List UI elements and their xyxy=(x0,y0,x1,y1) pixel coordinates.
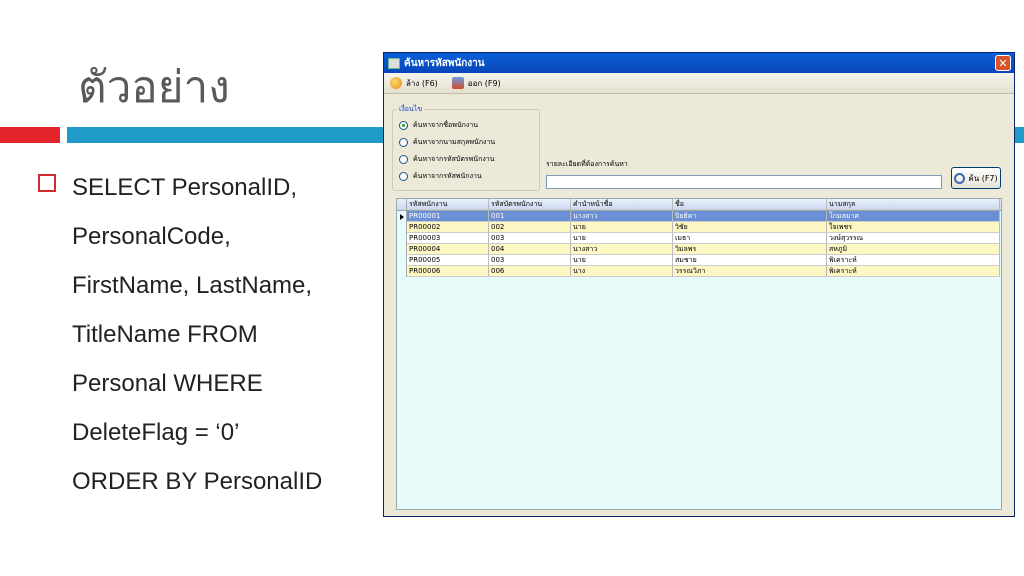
table-cell[interactable]: 003 xyxy=(489,233,571,244)
radio-label: ค้นหาจากรหัสพนักงาน xyxy=(413,172,482,180)
search-label: รายละเอียดที่ต้องการค้นหา xyxy=(546,160,628,168)
current-row-indicator-icon xyxy=(397,211,407,222)
column-header[interactable]: นามสกุล xyxy=(827,199,1000,210)
column-header[interactable]: ชื่อ xyxy=(673,199,827,210)
table-cell[interactable]: นาย xyxy=(571,233,673,244)
sql-line: PersonalCode, xyxy=(72,223,231,250)
table-cell[interactable]: วงษ์สุวรรณ xyxy=(827,233,1000,244)
close-button[interactable]: ✕ xyxy=(995,55,1011,71)
sql-line: DeleteFlag = ‘0’ xyxy=(72,419,240,446)
clear-icon xyxy=(390,77,402,89)
table-cell[interactable]: ใจเพชร xyxy=(827,222,1000,233)
table-cell[interactable]: PR00002 xyxy=(407,222,489,233)
table-cell[interactable]: ปิยธิดา xyxy=(673,211,827,222)
radio-label: ค้นหาจากรหัสบัตรพนักงาน xyxy=(413,155,495,163)
sql-line: FirstName, LastName, xyxy=(72,272,313,299)
condition-group: เงื่อนไข ค้นหาจากชื่อพนักงาน ค้นหาจากนาม… xyxy=(392,104,540,191)
radio-label: ค้นหาจากนามสกุลพนักงาน xyxy=(413,138,496,146)
table-cell[interactable]: นาย xyxy=(571,222,673,233)
row-header[interactable] xyxy=(397,233,407,244)
radio-search-by-name[interactable]: ค้นหาจากชื่อพนักงาน xyxy=(399,120,478,131)
table-row[interactable]: PR00005 003 นาย สมชาย พิเคราะห์ xyxy=(397,255,1001,266)
magnifier-icon xyxy=(954,172,966,184)
table-cell[interactable]: พิเคราะห์ xyxy=(827,255,1000,266)
table-cell[interactable]: สมชาย xyxy=(673,255,827,266)
radio-dot[interactable] xyxy=(399,138,408,147)
sql-text-block: SELECT PersonalID, PersonalCode, FirstNa… xyxy=(72,163,322,506)
table-cell[interactable]: เมธา xyxy=(673,233,827,244)
window-title-bar[interactable]: ค้นหารหัสพนักงาน xyxy=(384,53,1014,73)
slide-title: ตัวอย่าง xyxy=(78,62,230,113)
sql-line: SELECT PersonalID, xyxy=(72,174,297,201)
employee-search-window: ค้นหารหัสพนักงาน ✕ ล้าง (F6) ออก (F9) เง… xyxy=(383,52,1015,517)
radio-label: ค้นหาจากชื่อพนักงาน xyxy=(413,121,479,129)
toolbar: ล้าง (F6) ออก (F9) xyxy=(384,73,1014,94)
table-cell[interactable]: 001 xyxy=(489,211,571,222)
window-title: ค้นหารหัสพนักงาน xyxy=(404,57,485,69)
clear-button-label: ล้าง (F6) xyxy=(406,78,438,88)
clear-button[interactable]: ล้าง (F6) xyxy=(390,77,438,90)
row-header-corner xyxy=(397,199,407,210)
column-header[interactable]: รหัสพนักงาน xyxy=(407,199,489,210)
exit-icon xyxy=(451,77,464,89)
table-cell[interactable]: พิเคราะห์ xyxy=(827,266,1000,277)
column-header[interactable]: รหัสบัตรพนักงาน xyxy=(489,199,571,210)
table-cell[interactable]: 004 xyxy=(489,244,571,255)
table-cell[interactable]: PR00006 xyxy=(407,266,489,277)
sql-line: Personal WHERE xyxy=(72,370,263,397)
condition-group-legend: เงื่อนไข xyxy=(397,104,425,115)
table-cell[interactable]: PR00004 xyxy=(407,244,489,255)
table-cell[interactable]: 006 xyxy=(489,266,571,277)
row-header[interactable] xyxy=(397,244,407,255)
column-header[interactable]: คำนำหน้าชื่อ xyxy=(571,199,673,210)
table-row[interactable]: PR00003 003 นาย เมธา วงษ์สุวรรณ xyxy=(397,233,1001,244)
search-input[interactable] xyxy=(546,175,942,189)
row-header[interactable] xyxy=(397,222,407,233)
search-button[interactable]: ค้น (F7) xyxy=(951,167,1001,189)
table-row[interactable]: PR00002 002 นาย วิชัย ใจเพชร xyxy=(397,222,1001,233)
table-cell[interactable]: PR00005 xyxy=(407,255,489,266)
radio-search-by-lastname[interactable]: ค้นหาจากนามสกุลพนักงาน xyxy=(399,137,495,148)
table-cell[interactable]: วรรณวิภา xyxy=(673,266,827,277)
radio-search-by-card-code[interactable]: ค้นหาจากรหัสบัตรพนักงาน xyxy=(399,154,494,165)
search-button-label: ค้น (F7) xyxy=(968,173,998,183)
table-row[interactable]: PR00004 004 นางสาว วิมลพร สหภูมิ xyxy=(397,244,1001,255)
accent-band-red xyxy=(0,127,60,143)
exit-button[interactable]: ออก (F9) xyxy=(451,77,501,90)
grid-header-row: รหัสพนักงาน รหัสบัตรพนักงาน คำนำหน้าชื่อ… xyxy=(397,199,1001,211)
table-row[interactable]: PR00006 006 นาง วรรณวิภา พิเคราะห์ xyxy=(397,266,1001,277)
table-cell[interactable]: วิชัย xyxy=(673,222,827,233)
app-icon xyxy=(388,57,400,69)
radio-dot[interactable] xyxy=(399,172,408,181)
radio-search-by-employee-code[interactable]: ค้นหาจากรหัสพนักงาน xyxy=(399,171,482,182)
table-cell[interactable]: วิมลพร xyxy=(673,244,827,255)
row-header[interactable] xyxy=(397,266,407,277)
radio-dot[interactable] xyxy=(399,121,408,130)
sql-line: TitleName FROM xyxy=(72,321,258,348)
sql-line: ORDER BY PersonalID xyxy=(72,468,323,495)
table-cell[interactable]: สหภูมิ xyxy=(827,244,1000,255)
table-cell[interactable]: 002 xyxy=(489,222,571,233)
table-cell[interactable]: โกมลมาศ xyxy=(827,211,1000,222)
table-cell[interactable]: นางสาว xyxy=(571,244,673,255)
employee-grid[interactable]: รหัสพนักงาน รหัสบัตรพนักงาน คำนำหน้าชื่อ… xyxy=(396,198,1002,510)
radio-dot[interactable] xyxy=(399,155,408,164)
bullet-square-icon xyxy=(38,174,56,192)
table-cell[interactable]: PR00001 xyxy=(407,211,489,222)
exit-button-label: ออก (F9) xyxy=(467,78,501,88)
row-header[interactable] xyxy=(397,255,407,266)
table-row[interactable]: PR00001 001 นางสาว ปิยธิดา โกมลมาศ xyxy=(397,211,1001,222)
table-cell[interactable]: 003 xyxy=(489,255,571,266)
table-cell[interactable]: นาย xyxy=(571,255,673,266)
table-cell[interactable]: PR00003 xyxy=(407,233,489,244)
table-cell[interactable]: นางสาว xyxy=(571,211,673,222)
table-cell[interactable]: นาง xyxy=(571,266,673,277)
